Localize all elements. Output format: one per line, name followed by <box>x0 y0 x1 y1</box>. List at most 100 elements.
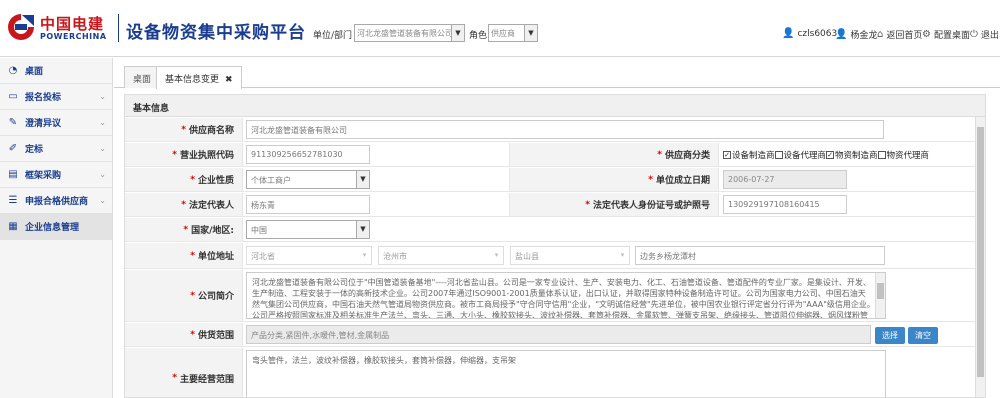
chevron-down-icon: ▼ <box>451 25 464 41</box>
logo-text-cn: 中国电建 <box>40 15 105 33</box>
sidebar-item-label: 澄清异议 <box>25 119 62 129</box>
main-scope-textarea[interactable]: 弯头管件，法兰，波纹补偿器，橡胶软接头，套筒补偿器，伸缩器，支吊架 <box>246 350 886 397</box>
category-label: * 供应商分类 <box>509 143 719 166</box>
logout-label: 退出 <box>980 31 999 41</box>
select-button[interactable]: 选择 <box>875 327 905 344</box>
sidebar-item-clarification[interactable]: ✎ 澄清异议 ⌄ <box>0 110 112 136</box>
sidebar-item-label: 申报合格供应商 <box>25 197 89 207</box>
main-scope-label: * 主要经营范围 <box>125 348 243 397</box>
user-id: czls6063 <box>797 28 838 39</box>
category-checkbox-group: ✓ 设备制造商 设备代理商 ✓ 物资制造商 物资代理商 <box>723 149 929 161</box>
gear-icon: ⚙ <box>922 29 931 40</box>
legal-id-field[interactable]: 130929197108160415 <box>723 195 847 214</box>
config-desktop-label: 配置桌面 <box>933 31 970 41</box>
role-select[interactable]: 供应商 ▼ <box>488 24 538 42</box>
main-area: 桌面 基本信息变更 ✖ 基本信息 * 供应商名称 河北龙盛管道装备有限公司 * 营业执… <box>114 58 1000 398</box>
legal-rep-label: * 法定代表人 <box>125 193 243 216</box>
license-field[interactable]: 911309256652781030 <box>246 145 370 164</box>
row-license: * 营业执照代码 911309256652781030 * 供应商分类 ✓ 设备制造商… <box>125 143 976 167</box>
checkbox-checked-icon: ✓ <box>723 151 731 159</box>
chevron-down-icon: ▼ <box>356 171 369 188</box>
chevron-down-icon: ⌄ <box>99 92 106 101</box>
category-checkbox-equipment-agent[interactable]: 设备代理商 <box>774 149 826 161</box>
intro-text: 河北龙盛管道装备有限公司位于"中国管道装备基地"----河北省盐山县。公司是一家… <box>252 278 885 319</box>
list-icon: ☰ <box>8 195 18 206</box>
app-header: 中国电建 POWERCHINA 设备物资集中采购平台 单位/部门 河北龙盛管道装… <box>0 0 1000 57</box>
app-title: 设备物资集中采购平台 <box>126 23 306 43</box>
close-icon[interactable]: ✖ <box>225 75 233 85</box>
page-scrollbar-thumb[interactable] <box>977 127 984 377</box>
sidebar-item-company-info[interactable]: ▦ 企业信息管理 <box>0 214 112 240</box>
row-address: * 单位地址 河北省 ▾ 沧州市 ▾ 盐山县 ▾ 边务乡杨龙潭村 <box>125 243 976 269</box>
sidebar-item-framework[interactable]: ▤ 框架采购 ⌄ <box>0 162 112 188</box>
role-select-value: 供应商 <box>491 29 515 38</box>
unit-select[interactable]: 河北龙盛管道装备有限公司 ▼ <box>354 24 465 42</box>
chevron-down-icon: ▾ <box>358 247 371 264</box>
sidebar-item-label: 报名投标 <box>25 93 62 103</box>
chevron-down-icon: ⌄ <box>99 144 106 153</box>
sidebar: ◔ 桌面 ▭ 报名投标 ⌄ ✎ 澄清异议 ⌄ ✐ 定标 ⌄ ▤ 框架采购 ⌄ ☰… <box>0 58 113 398</box>
city-select[interactable]: 沧州市 ▾ <box>378 246 504 265</box>
chevron-down-icon: ⌄ <box>99 118 106 127</box>
power-icon: ⏻ <box>970 29 978 40</box>
sidebar-item-award[interactable]: ✐ 定标 ⌄ <box>0 136 112 162</box>
tab-desktop[interactable]: 桌面 <box>124 66 161 88</box>
checkbox-empty-icon <box>774 151 783 159</box>
user-name: 杨金龙 <box>850 31 878 41</box>
supplier-name-field[interactable]: 河北龙盛管道装备有限公司 <box>246 120 884 139</box>
country-label: * 国家/地区: <box>125 218 243 241</box>
category-checkbox-material-agent[interactable]: 物资代理商 <box>877 149 929 161</box>
legal-rep-field[interactable]: 杨东青 <box>246 195 370 214</box>
user-account[interactable]: 👤 czls6063 <box>782 28 837 39</box>
intro-textarea[interactable]: 河北龙盛管道装备有限公司位于"中国管道装备基地"----河北省盐山县。公司是一家… <box>246 272 886 319</box>
intro-scrollbar-thumb[interactable] <box>877 283 884 299</box>
config-desktop-link[interactable]: ⚙ 配置桌面 <box>922 28 970 41</box>
book-icon: ▭ <box>8 91 18 102</box>
nature-label: * 企业性质 <box>125 168 243 191</box>
clear-button[interactable]: 清空 <box>908 327 938 344</box>
dashboard-icon: ◔ <box>8 65 18 76</box>
sidebar-item-desktop[interactable]: ◔ 桌面 <box>0 58 112 84</box>
powerchina-logo[interactable]: 中国电建 POWERCHINA <box>6 10 116 46</box>
intro-scrollbar[interactable] <box>875 273 885 318</box>
note-icon: ▤ <box>8 169 18 180</box>
category-checkbox-equipment-maker[interactable]: ✓ 设备制造商 <box>723 149 775 161</box>
nature-select[interactable]: 个体工商户 ▼ <box>246 170 370 189</box>
sidebar-item-label: 定标 <box>25 145 44 155</box>
chevron-down-icon: ▾ <box>490 247 503 264</box>
header-divider <box>118 14 119 42</box>
county-select[interactable]: 盐山县 ▾ <box>510 246 630 265</box>
chevron-down-icon: ▾ <box>616 247 629 264</box>
sidebar-item-qualified-supplier[interactable]: ☰ 申报合格供应商 ⌄ <box>0 188 112 214</box>
chevron-down-icon: ▼ <box>524 25 537 41</box>
sidebar-item-label: 桌面 <box>25 67 44 77</box>
user-icon: 👤 <box>782 28 795 39</box>
home-icon: ⌂ <box>877 29 884 40</box>
street-address-field[interactable]: 边务乡杨龙潭村 <box>635 246 885 265</box>
row-country: * 国家/地区: 中国 ▼ <box>125 218 976 242</box>
home-link[interactable]: ⌂ 返回首页 <box>877 28 922 41</box>
intro-label: * 公司简介 <box>125 270 243 321</box>
category-checkbox-material-maker[interactable]: ✓ 物资制造商 <box>826 149 878 161</box>
role-label: 角色 <box>469 31 488 41</box>
row-scope: * 供货范围 产品分类,紧固件,水暖件,管材,金属制品 选择 清空 <box>125 323 976 347</box>
chevron-down-icon: ▼ <box>356 221 369 238</box>
checkbox-checked-icon: ✓ <box>826 151 835 159</box>
row-main-scope: * 主要经营范围 弯头管件，法兰，波纹补偿器，橡胶软接头，套筒补偿器，伸缩器，支吊… <box>125 348 976 397</box>
pencil-icon: ✐ <box>8 143 18 154</box>
home-link-label: 返回首页 <box>886 31 923 41</box>
country-select[interactable]: 中国 ▼ <box>246 220 370 239</box>
founded-date-field: 2006-07-27 <box>723 170 847 189</box>
province-select[interactable]: 河北省 ▾ <box>246 246 372 265</box>
tab-bar: 桌面 基本信息变更 ✖ <box>114 58 1000 89</box>
unit-label: 单位/部门 <box>313 31 353 41</box>
chevron-down-icon: ⌄ <box>99 196 106 205</box>
row-intro: * 公司简介 河北龙盛管道装备有限公司位于"中国管道装备基地"----河北省盐山县… <box>125 270 976 322</box>
row-legal-rep: * 法定代表人 杨东青 * 法定代表人身份证号或护照号 13092919710816… <box>125 193 976 217</box>
form-panel: 基本信息 * 供应商名称 河北龙盛管道装备有限公司 * 营业执照代码 9113092… <box>124 94 986 398</box>
user-profile[interactable]: 👤 杨金龙 <box>835 28 877 41</box>
tab-basic-info-change[interactable]: 基本信息变更 ✖ <box>156 66 242 89</box>
sidebar-item-bidding[interactable]: ▭ 报名投标 ⌄ <box>0 84 112 110</box>
logout-link[interactable]: ⏻ 退出 <box>970 28 999 41</box>
page-scrollbar[interactable] <box>975 117 985 397</box>
